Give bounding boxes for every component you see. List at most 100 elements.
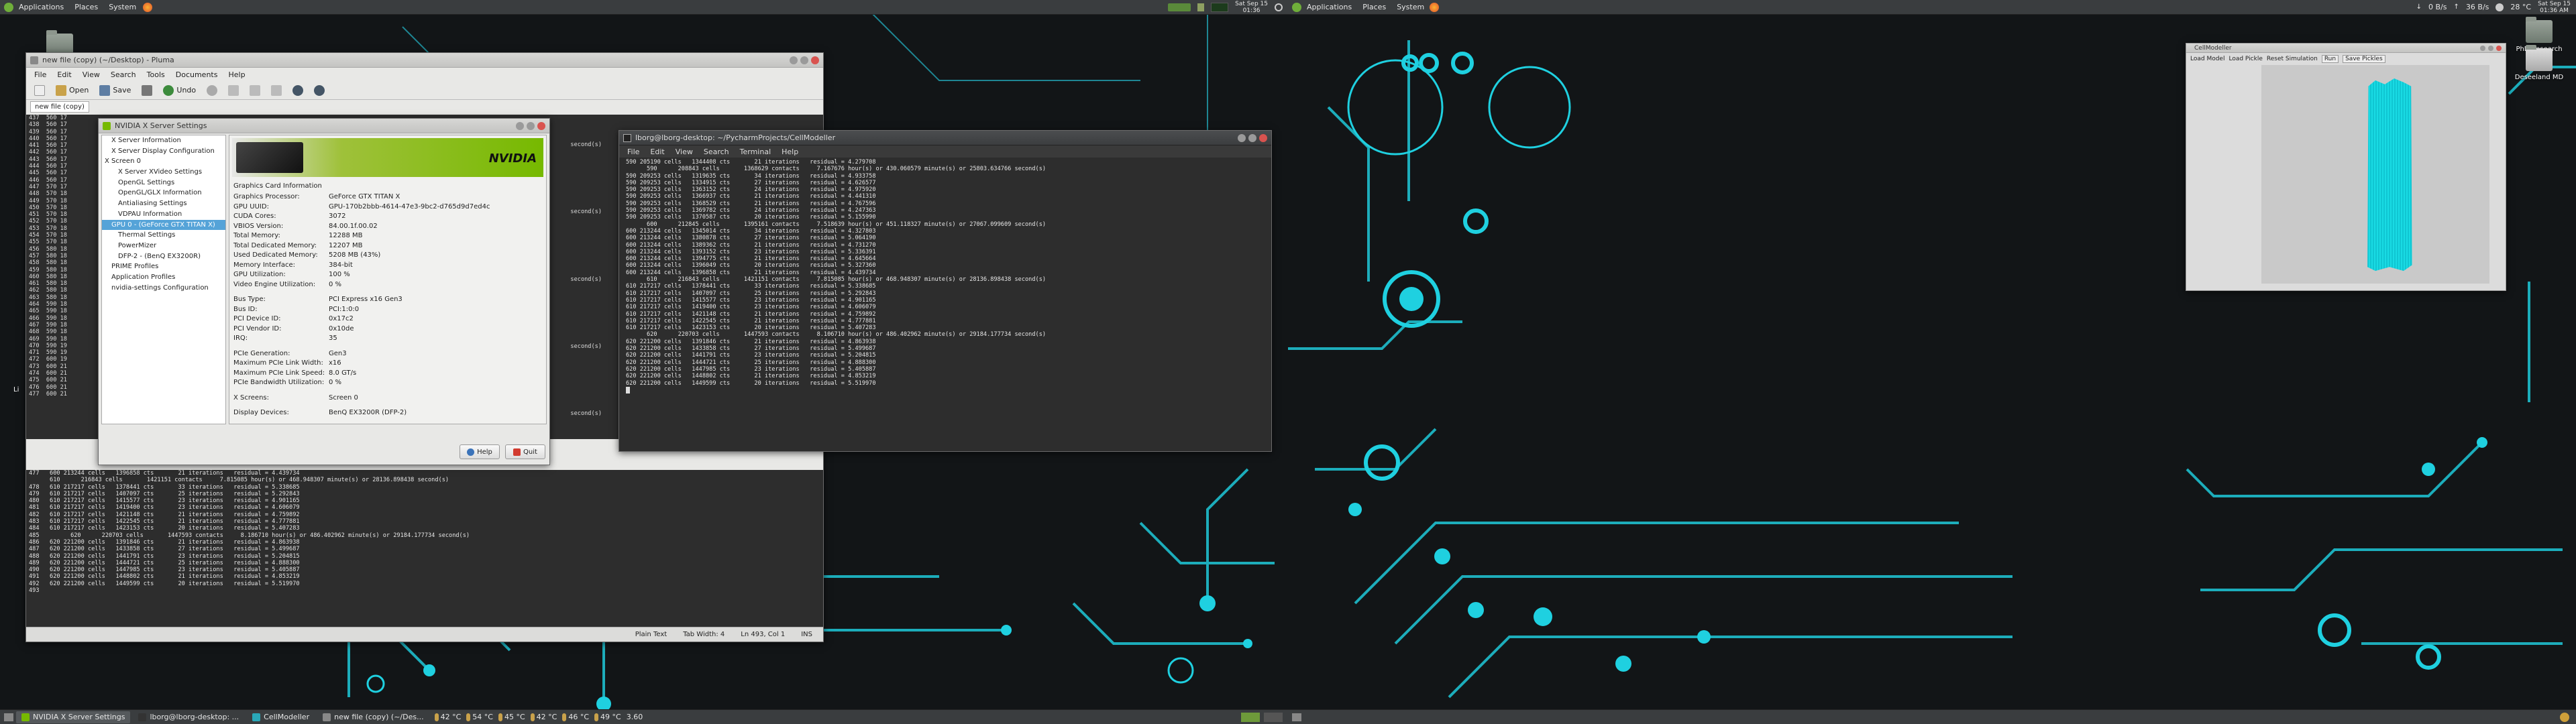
nav-item[interactable]: Thermal Settings	[102, 230, 225, 241]
show-desktop-button[interactable]	[4, 713, 13, 721]
tab-width-selector[interactable]: Tab Width: 4	[683, 631, 724, 638]
pluma-titlebar[interactable]: new file (copy) (~/Desktop) - Pluma	[26, 53, 823, 68]
new-button[interactable]	[30, 84, 49, 97]
nav-item[interactable]: X Server Information	[102, 135, 225, 146]
nav-item[interactable]: Application Profiles	[102, 272, 225, 283]
taskbar-item[interactable]: CellModeller	[247, 711, 315, 723]
nav-item[interactable]: OpenGL/GLX Information	[102, 188, 225, 198]
find-button[interactable]	[288, 84, 307, 97]
replace-button[interactable]	[310, 84, 329, 97]
terminal-menu-help[interactable]: Help	[776, 147, 804, 156]
menu-documents[interactable]: Documents	[170, 70, 223, 79]
terminal-menu-file[interactable]: File	[622, 147, 645, 156]
menu-places[interactable]: Places	[1357, 3, 1391, 11]
cut-button[interactable]	[224, 84, 243, 97]
close-button[interactable]	[1259, 133, 1267, 142]
print-button[interactable]	[138, 84, 156, 97]
show-desktop-button[interactable]	[1292, 713, 1301, 721]
terminal-line: 600 213244 cells 1389362 cts 21 iteratio…	[626, 241, 876, 249]
paste-button[interactable]	[267, 84, 286, 97]
menu-edit[interactable]: Edit	[52, 70, 76, 79]
minimize-button[interactable]	[790, 56, 798, 64]
workspace-switcher[interactable]	[1241, 712, 1288, 722]
taskbar-item[interactable]: new file (copy) (~/Des...	[317, 711, 429, 723]
taskbar-label: NVIDIA X Server Settings	[33, 713, 125, 721]
menu-file[interactable]: File	[29, 70, 52, 79]
load-model-button[interactable]: Load Model	[2190, 56, 2224, 62]
simulation-viewport[interactable]	[2261, 65, 2489, 284]
tab-new-file-copy[interactable]: new file (copy)	[30, 101, 89, 113]
menu-tools[interactable]: Tools	[142, 70, 170, 79]
nav-item[interactable]: GPU 0 - (GeForce GTX TITAN X)	[102, 219, 225, 231]
help-button[interactable]: Help	[460, 444, 500, 459]
reset-simulation-button[interactable]: Reset Simulation	[2267, 56, 2318, 62]
terminal-menu-view[interactable]: View	[670, 147, 698, 156]
close-button[interactable]	[2496, 45, 2502, 51]
quit-button[interactable]: Quit	[505, 444, 545, 459]
menu-applications[interactable]: Applications	[1301, 3, 1357, 11]
close-button[interactable]	[537, 121, 545, 130]
nav-item[interactable]: X Server XVideo Settings	[102, 167, 225, 178]
menu-system[interactable]: System	[103, 3, 142, 11]
maximize-button[interactable]	[800, 56, 808, 64]
nav-item[interactable]: OpenGL Settings	[102, 178, 225, 188]
language-selector[interactable]: Plain Text	[635, 631, 667, 638]
taskbar-item[interactable]: NVIDIA X Server Settings	[16, 711, 131, 723]
firefox-icon[interactable]	[143, 2, 153, 12]
open-button[interactable]: Open	[52, 84, 93, 97]
nav-item[interactable]: PowerMizer	[102, 241, 225, 251]
copy-button[interactable]	[246, 84, 264, 97]
maximize-button[interactable]	[1248, 133, 1256, 142]
cellmodeller-titlebar[interactable]: CellModeller	[2186, 44, 2506, 53]
save-pickles-button[interactable]: Save Pickles	[2343, 55, 2385, 63]
load-pickle-button[interactable]: Load Pickle	[2229, 56, 2262, 62]
menu-icon[interactable]	[1292, 2, 1301, 12]
terminal-line: 610 217217 cells 1415577 cts 23 iteratio…	[626, 296, 876, 304]
menu-search[interactable]: Search	[105, 70, 142, 79]
minimize-button[interactable]	[1238, 133, 1246, 142]
nav-item[interactable]: nvidia-settings Configuration	[102, 283, 225, 294]
terminal-menu-edit[interactable]: Edit	[645, 147, 669, 156]
menu-help[interactable]: Help	[223, 70, 250, 79]
info-value: 100 %	[329, 271, 350, 278]
minimize-button[interactable]	[516, 121, 524, 130]
menu-places[interactable]: Places	[69, 3, 103, 11]
nvidia-titlebar[interactable]: NVIDIA X Server Settings	[99, 119, 549, 133]
clock[interactable]: Sat Sep 15 01:36 AM	[2538, 1, 2571, 14]
close-button[interactable]	[811, 56, 819, 64]
menu-icon[interactable]	[4, 2, 13, 12]
nav-item[interactable]: VDPAU Information	[102, 209, 225, 220]
undo-button[interactable]: Undo	[159, 84, 200, 97]
power-icon[interactable]	[1275, 3, 1283, 11]
editor-line: 477 600 213244 cells 1396858 cts 21 iter…	[29, 470, 300, 477]
menu-system[interactable]: System	[1391, 3, 1430, 11]
terminal-output[interactable]: 590 205190 cells 1344408 cts 21 iteratio…	[619, 159, 1271, 451]
terminal-titlebar[interactable]: lborg@lborg-desktop: ~/PycharmProjects/C…	[619, 131, 1271, 145]
network-icon[interactable]	[1197, 3, 1205, 11]
terminal-app-icon	[623, 133, 631, 142]
nav-item[interactable]: PRIME Profiles	[102, 261, 225, 272]
editor-text-area[interactable]: 477 600 213244 cells 1396858 cts 21 iter…	[26, 470, 823, 627]
workspace-2[interactable]	[1264, 712, 1283, 722]
clock-icon[interactable]	[2560, 712, 2569, 722]
maximize-button[interactable]	[2488, 45, 2493, 51]
minimize-button[interactable]	[2480, 45, 2485, 51]
maximize-button[interactable]	[527, 121, 535, 130]
desktop-file-deseeland[interactable]: Deseeland MD	[2509, 45, 2569, 81]
nav-item[interactable]: X Screen 0	[102, 156, 225, 167]
save-button[interactable]: Save	[95, 84, 135, 97]
taskbar-label: lborg@lborg-desktop: ...	[150, 713, 239, 721]
terminal-menu-search[interactable]: Search	[698, 147, 735, 156]
nav-item[interactable]: Antialiasing Settings	[102, 198, 225, 209]
terminal-menu-terminal[interactable]: Terminal	[735, 147, 777, 156]
clock[interactable]: Sat Sep 15 01:36	[1235, 1, 1268, 14]
menu-view[interactable]: View	[77, 70, 105, 79]
redo-button[interactable]	[203, 84, 221, 97]
nav-item[interactable]: X Server Display Configuration	[102, 146, 225, 157]
menu-applications[interactable]: Applications	[13, 3, 69, 11]
firefox-icon[interactable]	[1430, 2, 1440, 12]
nav-item[interactable]: DFP-2 - (BenQ EX3200R)	[102, 251, 225, 262]
run-button[interactable]: Run	[2321, 55, 2339, 63]
workspace-1[interactable]	[1241, 712, 1260, 722]
taskbar-item[interactable]: lborg@lborg-desktop: ...	[133, 711, 244, 723]
